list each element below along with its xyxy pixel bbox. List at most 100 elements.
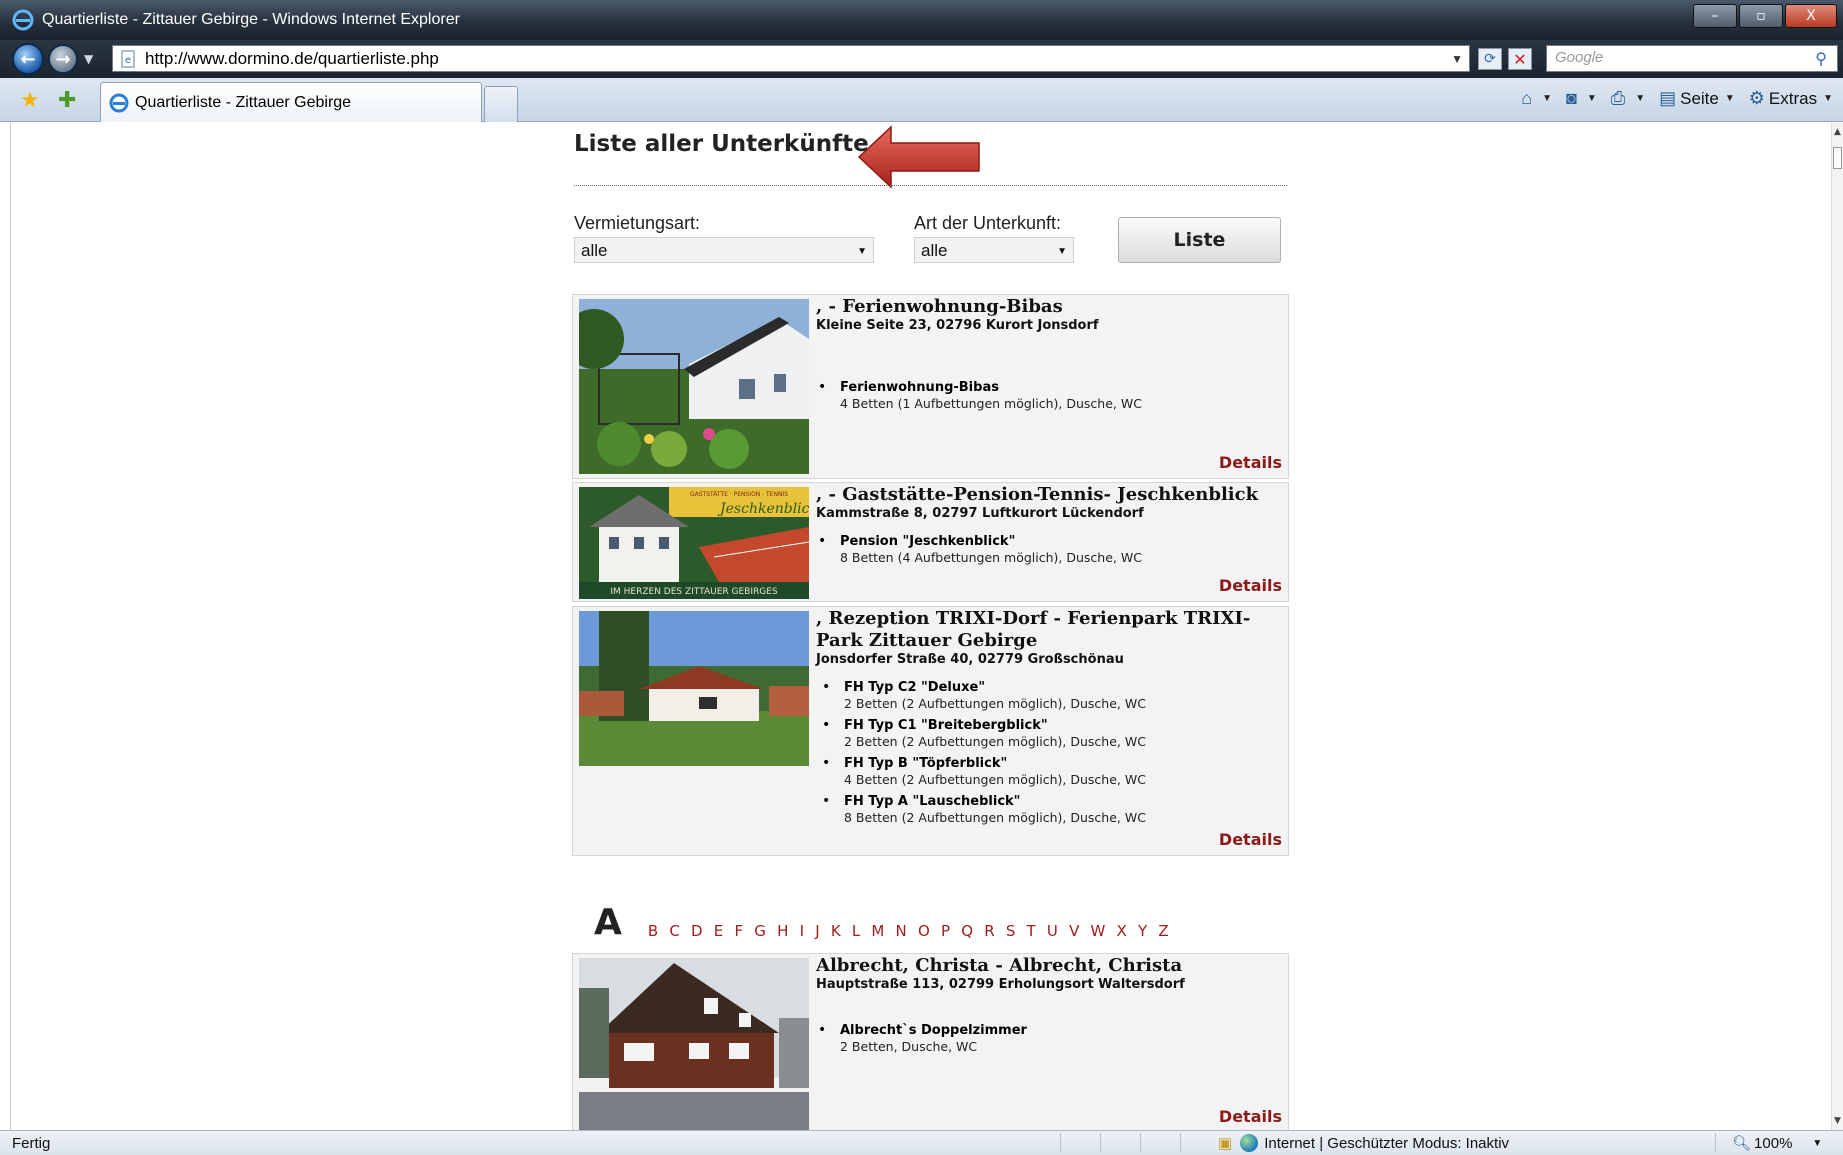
unit-name: Pension "Jeschkenblick" [840,534,1016,549]
accommodation-name[interactable]: , Rezeption TRIXI-Dorf - Ferienpark TRIX… [816,608,1282,652]
pension-photo[interactable]: GASTSTÄTTE · PENSION · TENNIS Jeschkenbl… [579,487,809,599]
refresh-icon: ⟳ [1484,51,1496,67]
rental-type-select[interactable]: alle ▼ [574,237,874,263]
alphabet-letter-q[interactable]: Q [961,921,973,941]
favorites-star-icon[interactable]: ★ [20,88,40,113]
alphabet-letter-h[interactable]: H [777,921,788,941]
search-input[interactable]: Google ⚲ [1546,45,1838,72]
tab-label: Quartierliste - Zittauer Gebirge [135,93,352,111]
unit-name: FH Typ C2 "Deluxe" [844,680,986,695]
alphabet-letter-i[interactable]: I [800,921,804,941]
tab-quartierliste[interactable]: Quartierliste - Zittauer Gebirge [100,82,482,122]
accommodation-address: Jonsdorfer Straße 40, 02779 Großschönau [816,652,1124,667]
tools-menu-button[interactable]: ⚙ Extras ▼ [1749,88,1833,109]
maximize-button[interactable]: ▫ [1739,4,1783,28]
scroll-thumb[interactable] [1833,147,1842,169]
svg-text:GASTSTÄTTE · PENSION · TENNIS: GASTSTÄTTE · PENSION · TENNIS [690,491,788,498]
zoom-icon: 🔍︎ [1732,1135,1752,1152]
alphabet-letter-d[interactable]: D [691,921,703,941]
refresh-button[interactable]: ⟳ [1478,48,1502,70]
alphabet-letter-p[interactable]: P [941,921,950,941]
window-title: Quartierliste - Zittauer Gebirge - Windo… [42,11,460,28]
unit-item: FH Typ B "Töpferblick" 4 Betten (2 Aufbe… [820,755,1282,788]
globe-icon [1240,1134,1259,1152]
accommodation-name[interactable]: , - Gaststätte-Pension-Tennis- Jeschkenb… [816,484,1282,506]
heading-divider [574,185,1287,186]
url-text[interactable]: http://www.dormino.de/quartierliste.php [145,49,439,69]
accommodation-name[interactable]: Albrecht, Christa - Albrecht, Christa [816,955,1282,977]
stop-button[interactable]: ✕ [1508,48,1532,70]
unit-name: FH Typ B "Töpferblick" [844,756,1008,771]
tools-menu-label: Extras [1768,88,1818,108]
address-field[interactable]: e http://www.dormino.de/quartierliste.ph… [112,45,1470,72]
alphabet-letter-t[interactable]: T [1027,921,1036,941]
feeds-button[interactable]: ◙ ▼ [1566,88,1597,109]
back-arrow-icon: ← [20,48,36,70]
page-icon: ▤ [1659,88,1677,108]
chevron-down-icon: ▼ [1812,1137,1823,1149]
holiday-park-photo[interactable] [579,611,809,766]
alphabet-letter-l[interactable]: L [852,921,860,941]
garden-house-photo[interactable] [579,299,809,474]
back-button[interactable]: ← [12,43,44,75]
alphabet-letter-e[interactable]: E [714,921,723,941]
alphabet-letter-w[interactable]: W [1091,921,1106,941]
unit-item: Pension "Jeschkenblick" 8 Betten (4 Aufb… [816,533,1282,566]
alphabet-letter-k[interactable]: K [831,921,841,941]
card-text: , Rezeption TRIXI-Dorf - Ferienpark TRIX… [816,607,1282,832]
page-icon: e [121,50,135,67]
add-favorites-icon[interactable]: ✚ [58,88,76,113]
unit-list: FH Typ C2 "Deluxe" 2 Betten (2 Aufbettun… [816,679,1282,826]
zoom-control[interactable]: 🔍︎ 100% ▼ [1732,1134,1823,1153]
alphabet-letter-j[interactable]: J [815,921,819,941]
window-left-border [0,123,11,1130]
alphabet-active-letter: A [594,902,622,943]
scroll-down-icon[interactable]: ▼ [1834,1116,1841,1126]
alphabet-letter-m[interactable]: M [871,921,884,941]
alphabet-letter-s[interactable]: S [1006,921,1016,941]
new-tab-button[interactable] [484,86,518,122]
alphabet-letter-n[interactable]: N [896,921,907,941]
alphabet-letter-g[interactable]: G [754,921,766,941]
home-button[interactable]: ⌂ ▼ [1521,88,1552,109]
alphabet-letter-u[interactable]: U [1047,921,1058,941]
details-link[interactable]: Details [1219,576,1282,595]
alphabet-letter-v[interactable]: V [1069,921,1079,941]
alphabet-letter-r[interactable]: R [984,921,994,941]
alphabet-letter-x[interactable]: X [1117,921,1127,941]
url-dropdown-icon[interactable]: ▼ [1451,52,1463,66]
half-timbered-house-photo[interactable] [579,958,809,1130]
forward-button[interactable]: → [48,44,78,74]
chevron-down-icon: ▼ [1057,246,1067,257]
unit-item: FH Typ C1 "Breitebergblick" 2 Betten (2 … [820,717,1282,750]
alphabet-letter-c[interactable]: C [669,921,679,941]
forward-arrow-icon: → [55,48,71,70]
page-menu-button[interactable]: ▤ Seite ▼ [1659,88,1735,109]
alphabet-letter-y[interactable]: Y [1138,921,1147,941]
zoom-level: 100% [1754,1134,1793,1152]
accommodation-type-label: Art der Unterkunft: [914,213,1062,233]
home-icon: ⌂ [1521,88,1533,108]
accommodation-name[interactable]: , - Ferienwohnung-Bibas [816,296,1282,318]
alphabet-letter-z[interactable]: Z [1158,921,1168,941]
unit-beds: 8 Betten (4 Aufbettungen möglich), Dusch… [840,550,1142,565]
print-button[interactable]: ⎙ ▼ [1611,88,1645,109]
accommodation-type-select[interactable]: alle ▼ [914,237,1074,263]
close-window-button[interactable]: X [1785,4,1837,28]
chevron-down-icon: ▼ [857,246,867,257]
details-link[interactable]: Details [1219,830,1282,849]
alphabet-letter-b[interactable]: B [648,921,658,941]
minimize-button[interactable]: – [1693,4,1737,28]
vertical-scrollbar[interactable]: ▲ ▼ [1831,123,1843,1130]
status-bar: Fertig ▣ Internet | Geschützter Modus: I… [0,1130,1843,1155]
alphabet-letter-f[interactable]: F [734,921,743,941]
details-link[interactable]: Details [1219,1107,1282,1126]
security-zone[interactable]: ▣ Internet | Geschützter Modus: Inaktiv [1218,1134,1509,1152]
alphabet-letter-o[interactable]: O [918,921,930,941]
list-button[interactable]: Liste [1118,217,1281,263]
search-icon[interactable]: ⚲ [1815,49,1827,69]
unit-name: FH Typ A "Lauscheblick" [844,794,1021,809]
scroll-up-icon[interactable]: ▲ [1834,127,1841,137]
history-dropdown-icon[interactable]: ▼ [84,52,93,66]
details-link[interactable]: Details [1219,453,1282,472]
